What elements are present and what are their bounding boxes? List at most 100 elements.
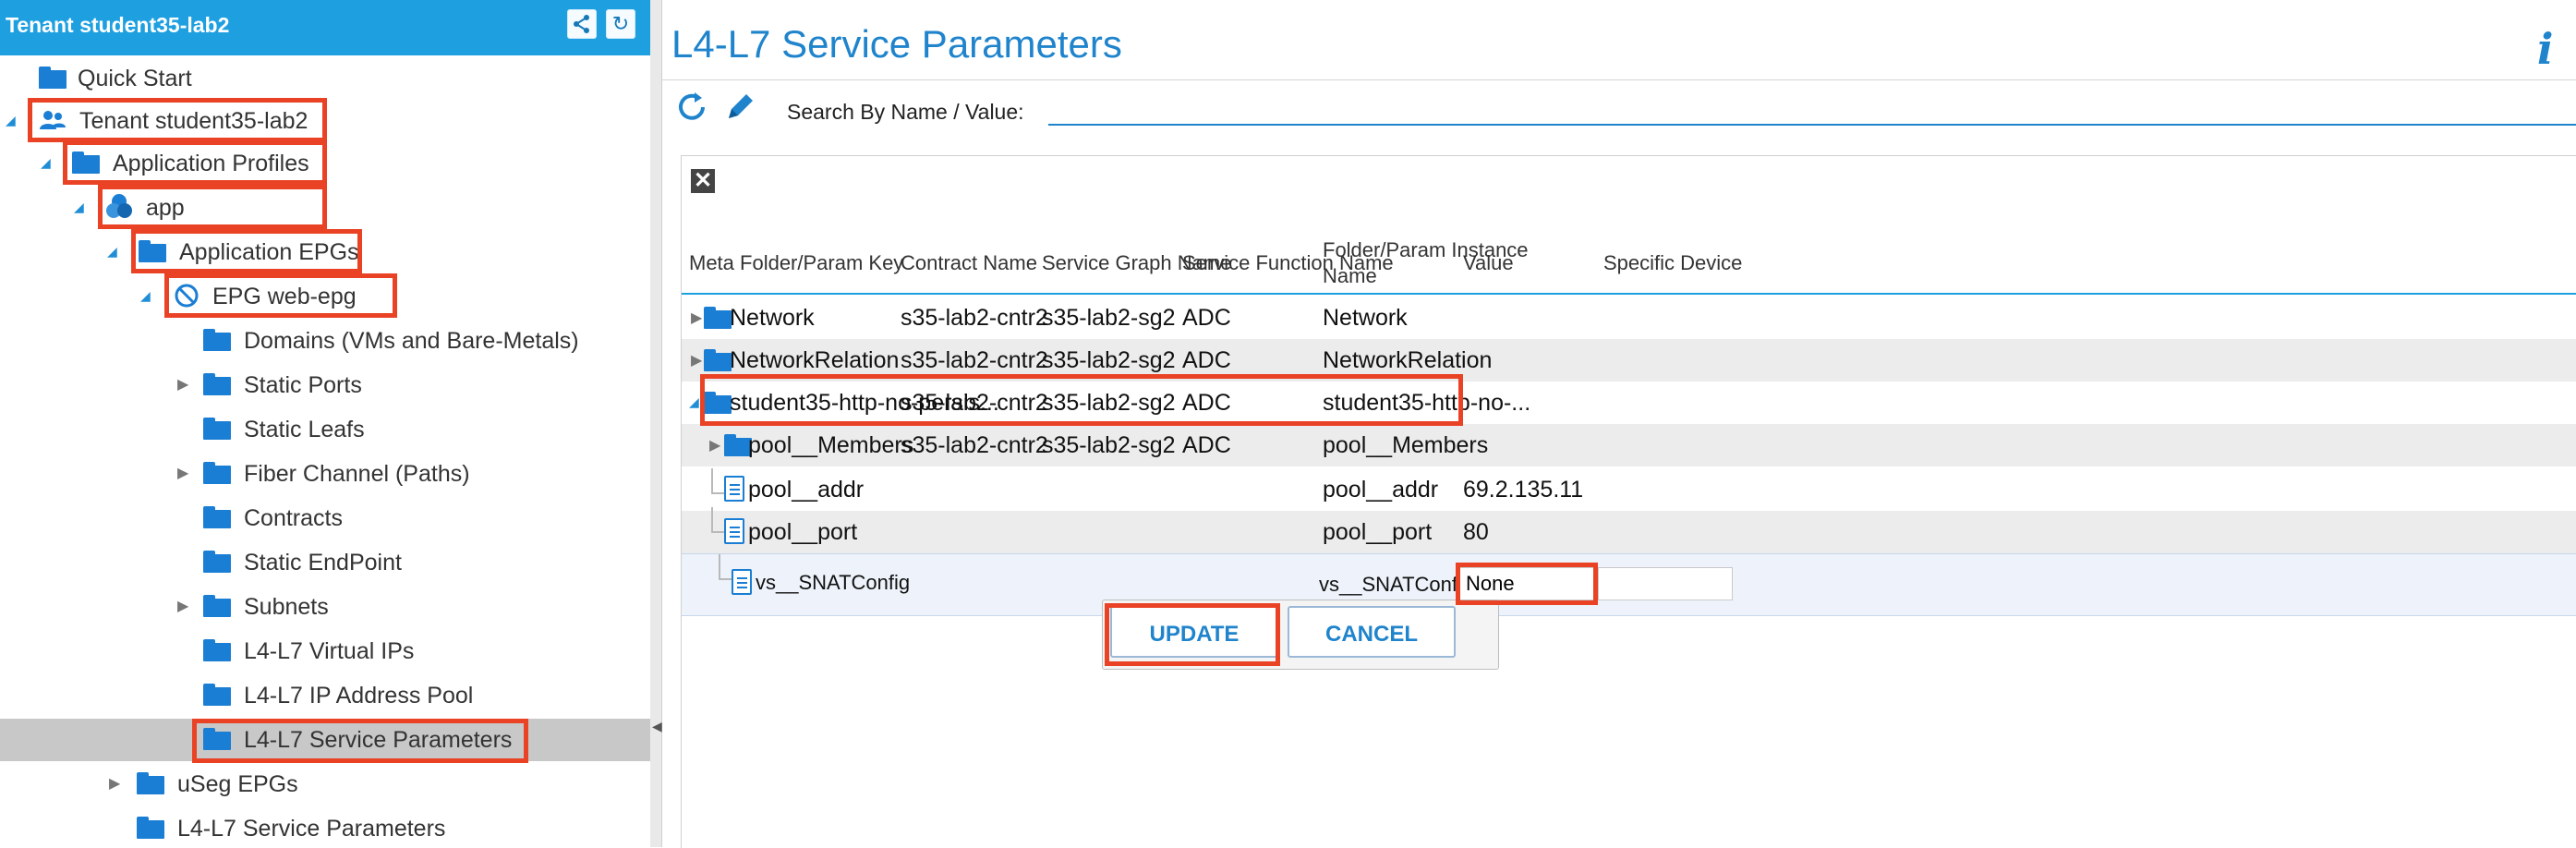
expanded-arrow-icon[interactable]: ◢ <box>140 288 151 304</box>
tree-item-label: Tenant student35-lab2 <box>79 108 308 134</box>
instance-name: Network <box>1323 305 1408 331</box>
tree-item-label: Static Leafs <box>244 417 365 442</box>
collapsed-arrow-icon[interactable]: ▶ <box>691 351 702 369</box>
table-row-editing[interactable]: vs__SNATConfig vs__SNATConfig <box>682 553 2576 616</box>
param-key: pool__port <box>748 519 858 545</box>
info-icon[interactable]: i <box>2537 24 2553 74</box>
table-header: Meta Folder/Param Key Contract Name Serv… <box>682 223 2576 295</box>
function-name: ADC <box>1182 390 1231 416</box>
instance-name: pool__addr <box>1323 477 1439 503</box>
param-value: 69.2.135.11 <box>1463 477 1584 503</box>
folder-icon <box>139 240 166 262</box>
navigation-tree-panel: Tenant student35-lab2 ↻ Quick Start ◢ Te… <box>0 0 651 847</box>
tree-icon[interactable] <box>567 9 597 39</box>
param-value: 80 <box>1463 519 1489 545</box>
edit-icon[interactable] <box>721 89 758 126</box>
column-header[interactable]: Specific Device <box>1603 250 1742 276</box>
close-icon[interactable]: ✕ <box>691 169 715 193</box>
collapsed-arrow-icon[interactable]: ▶ <box>709 436 720 454</box>
tree-item-label: L4-L7 Virtual IPs <box>244 638 415 664</box>
tree-item-label: Fiber Channel (Paths) <box>244 461 470 487</box>
tree-item-label: Static EndPoint <box>244 550 402 575</box>
tree-item-useg-epgs[interactable]: ▶ uSeg EPGs <box>0 763 650 806</box>
expanded-arrow-icon[interactable]: ◢ <box>6 113 16 128</box>
graph-name: s35-lab2-sg2 <box>1042 390 1176 416</box>
tree-item-service-parameters[interactable]: L4-L7 Service Parameters <box>0 807 650 847</box>
folder-icon <box>203 595 231 617</box>
collapse-arrow-icon[interactable]: ◀ <box>652 719 662 734</box>
param-key: vs__SNATConfig <box>756 571 911 594</box>
collapsed-arrow-icon[interactable]: ▶ <box>691 309 702 327</box>
update-button[interactable]: UPDATE <box>1110 606 1278 658</box>
expanded-arrow-icon[interactable]: ◢ <box>74 200 84 215</box>
tree-item-static-leafs[interactable]: Static Leafs <box>0 408 650 451</box>
tree-item-label: L4-L7 Service Parameters <box>177 816 446 842</box>
graph-name: s35-lab2-sg2 <box>1042 432 1176 458</box>
column-header[interactable]: Meta Folder/Param Key <box>689 250 903 276</box>
column-header[interactable]: Value <box>1463 250 1514 276</box>
main-content: L4-L7 Service Parameters i Search By Nam… <box>662 0 2576 848</box>
collapsed-arrow-icon[interactable]: ▶ <box>177 597 188 615</box>
instance-name: NetworkRelation <box>1323 347 1493 373</box>
tree-item-static-endpoint[interactable]: Static EndPoint <box>0 541 650 584</box>
contract-name: s35-lab2-cntr2 <box>901 432 1048 458</box>
specific-device-input[interactable] <box>1598 567 1733 600</box>
tree-item-app[interactable]: ◢ app <box>0 187 650 229</box>
tree-item-tenant[interactable]: ◢ Tenant student35-lab2 <box>0 100 650 142</box>
folder-icon <box>203 551 231 573</box>
tree-item-label: uSeg EPGs <box>177 771 298 797</box>
tree-item-label: app <box>146 195 185 221</box>
collapsed-arrow-icon[interactable]: ▶ <box>177 375 188 394</box>
folder-icon <box>704 349 732 371</box>
expanded-arrow-icon[interactable]: ◢ <box>689 394 699 410</box>
tree-item-quick-start[interactable]: Quick Start <box>0 57 650 100</box>
tree-item-label: EPG web-epg <box>212 284 357 309</box>
folder-icon <box>704 392 732 414</box>
expanded-arrow-icon[interactable]: ◢ <box>107 244 117 260</box>
table-row[interactable]: ▶ pool__Members s35-lab2-cntr2 s35-lab2-… <box>682 424 2576 466</box>
contract-name: s35-lab2-cntr2 <box>901 347 1048 373</box>
search-input[interactable] <box>1048 124 2576 126</box>
table-row[interactable]: ▶ NetworkRelation s35-lab2-cntr2 s35-lab… <box>682 339 2576 382</box>
value-input[interactable] <box>1459 567 1594 600</box>
param-doc-icon <box>724 476 744 502</box>
table-row[interactable]: ◢ student35-http-no-persis... s35-lab2-c… <box>682 382 2576 424</box>
tree-item-application-profiles[interactable]: ◢ Application Profiles <box>0 142 650 185</box>
tree-item-label: L4-L7 Service Parameters <box>244 727 513 753</box>
param-key: pool__addr <box>748 477 865 503</box>
tree-item-virtual-ips[interactable]: L4-L7 Virtual IPs <box>0 630 650 672</box>
folder-icon <box>203 329 231 351</box>
tree-item-application-epgs[interactable]: ◢ Application EPGs <box>0 231 650 273</box>
tree-item-label: Application Profiles <box>113 151 309 176</box>
column-header[interactable]: Contract Name <box>901 250 1037 276</box>
graph-name: s35-lab2-sg2 <box>1042 347 1176 373</box>
tree-item-subnets[interactable]: ▶ Subnets <box>0 586 650 628</box>
app-icon <box>106 194 132 218</box>
tree-item-domains[interactable]: Domains (VMs and Bare-Metals) <box>0 320 650 362</box>
tree-item-fiber-channel[interactable]: ▶ Fiber Channel (Paths) <box>0 453 650 495</box>
table-row[interactable]: ▶ Network s35-lab2-cntr2 s35-lab2-sg2 AD… <box>682 297 2576 339</box>
tree-item-service-parameters-selected[interactable]: L4-L7 Service Parameters <box>0 719 650 761</box>
cancel-button[interactable]: CANCEL <box>1288 606 1456 658</box>
refresh-tree-icon[interactable]: ↻ <box>606 9 635 39</box>
edit-action-bar: UPDATE CANCEL <box>1102 600 1499 670</box>
collapsed-arrow-icon[interactable]: ▶ <box>109 774 120 793</box>
tree-item-label: Quick Start <box>78 66 192 91</box>
contract-name: s35-lab2-cntr2 <box>901 305 1048 331</box>
tree-item-epg-web-epg[interactable]: ◢ EPG web-epg <box>0 275 650 318</box>
tree-item-contracts[interactable]: Contracts <box>0 497 650 539</box>
tree-item-label: Contracts <box>244 505 343 531</box>
refresh-icon[interactable] <box>673 89 710 126</box>
contract-name: s35-lab2-cntr2 <box>901 390 1048 416</box>
instance-name: student35-http-no-... <box>1323 390 1531 416</box>
table-row[interactable]: pool__port pool__port 80 <box>682 507 2576 553</box>
search-label: Search By Name / Value: <box>787 100 1024 124</box>
collapsed-arrow-icon[interactable]: ▶ <box>177 464 188 482</box>
table-row[interactable]: pool__addr pool__addr 69.2.135.11 <box>682 468 2576 511</box>
column-header[interactable]: Name <box>1323 263 1377 289</box>
tree-item-ip-address-pool[interactable]: L4-L7 IP Address Pool <box>0 674 650 717</box>
param-key: NetworkRelation <box>730 347 900 373</box>
tree-item-static-ports[interactable]: ▶ Static Ports <box>0 364 650 406</box>
parameters-table: ✕ Meta Folder/Param Key Contract Name Se… <box>681 155 2576 848</box>
expanded-arrow-icon[interactable]: ◢ <box>41 155 51 171</box>
